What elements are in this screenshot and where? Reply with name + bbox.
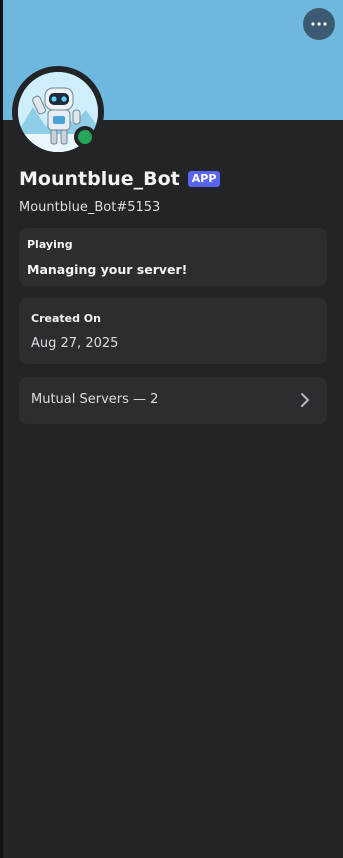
created-on-heading: Created On [31, 312, 101, 325]
mutual-servers-label: Mutual Servers — 2 [31, 392, 159, 407]
display-name: Mountblue_Bot [19, 168, 180, 190]
chevron-right-icon [301, 393, 309, 407]
app-badge: APP [187, 171, 221, 187]
activity-card: Playing Managing your server! [19, 228, 327, 286]
activity-heading: Playing [27, 238, 73, 251]
panel-left-border [0, 0, 3, 858]
mutual-servers-button[interactable]: Mutual Servers — 2 [19, 377, 327, 424]
ellipsis-icon [311, 22, 327, 26]
name-row: Mountblue_Bot APP [19, 168, 221, 190]
created-on-value: Aug 27, 2025 [31, 336, 119, 351]
created-on-card: Created On Aug 27, 2025 [19, 298, 327, 364]
activity-value: Managing your server! [27, 262, 188, 277]
more-options-button[interactable] [303, 8, 335, 40]
username: Mountblue_Bot#5153 [19, 200, 161, 215]
online-status-indicator [74, 126, 96, 148]
